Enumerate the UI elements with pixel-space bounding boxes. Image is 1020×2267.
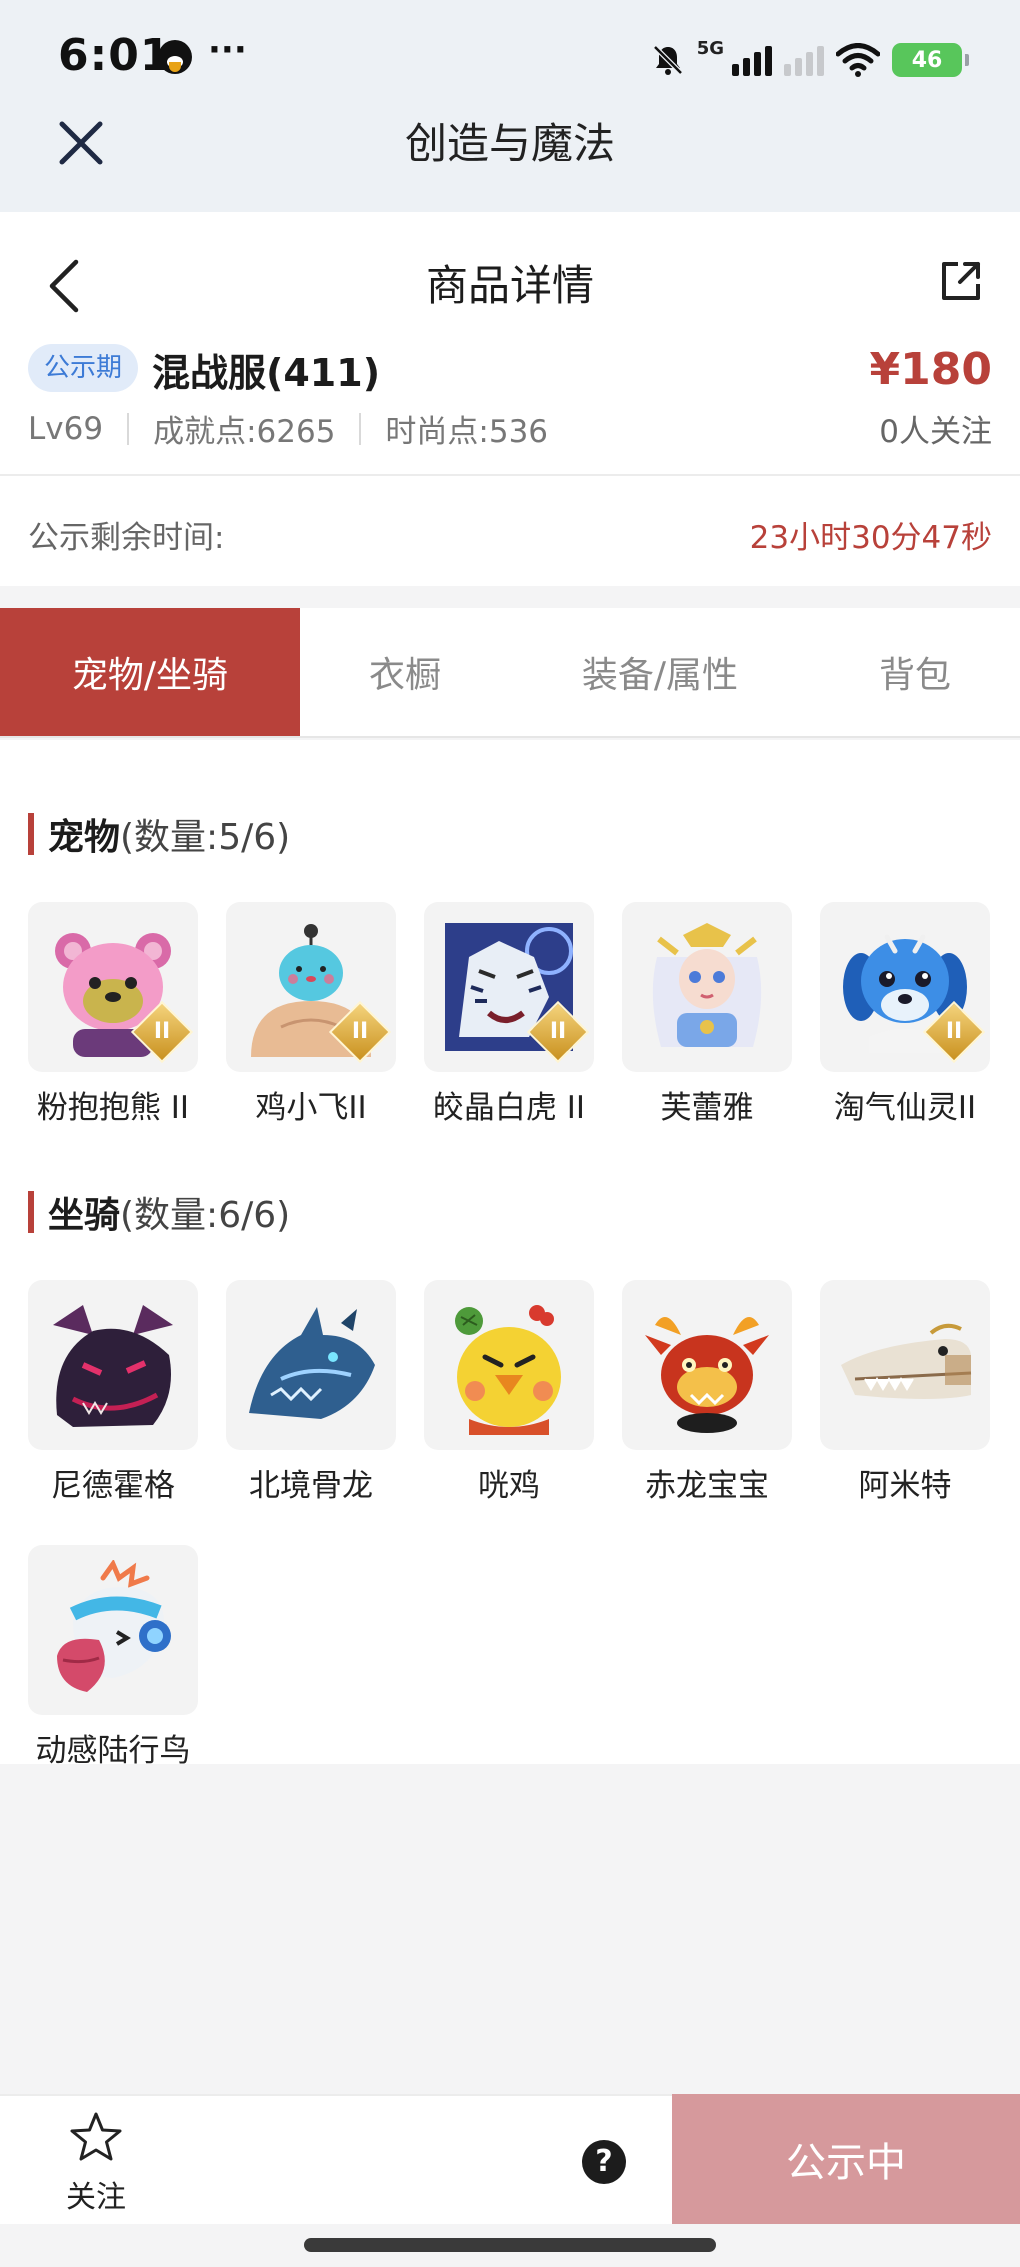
network-type: 5G [696, 37, 724, 59]
star-icon [70, 2112, 122, 2161]
pet-thumbnail: II [226, 902, 396, 1072]
app-title-bar: 创造与魔法 [0, 100, 1020, 212]
publicity-status-button[interactable]: 公示中 [672, 2094, 1020, 2224]
pet-name: 芙蕾雅 [660, 1090, 754, 1126]
divider [359, 412, 362, 445]
page-title: 商品详情 [425, 261, 594, 310]
pet-item[interactable]: II 皎晶白虎 II [424, 902, 594, 1127]
pet-name: 鸡小飞II [255, 1090, 367, 1126]
mount-name: 赤龙宝宝 [645, 1468, 769, 1504]
mounts-grid: 尼德霍格 北境骨龙 咣鸡 赤龙宝宝 阿米特 动感陆行鸟 [28, 1280, 990, 1770]
status-time: 6:01 [58, 30, 172, 81]
mount-item[interactable]: 北境骨龙 [226, 1280, 396, 1505]
crocodile-icon [841, 1323, 972, 1399]
mount-name: 尼德霍格 [51, 1468, 175, 1504]
countdown-value: 23小时30分47秒 [749, 520, 992, 556]
follower-count: 0人关注 [879, 414, 992, 450]
pet-name: 淘气仙灵II [833, 1090, 977, 1126]
pet-name: 粉抱抱熊 II [36, 1090, 190, 1126]
mount-name: 咣鸡 [478, 1468, 540, 1504]
pet-thumbnail: II [28, 902, 198, 1072]
app-title: 创造与魔法 [404, 119, 615, 168]
mount-thumbnail [226, 1280, 396, 1450]
countdown-row: 公示剩余时间: 23小时30分47秒 [0, 476, 1020, 586]
pet-item[interactable]: II 粉抱抱熊 II [28, 902, 198, 1127]
freya-fairy-icon [652, 923, 762, 1047]
pet-thumbnail: II [424, 902, 594, 1072]
headphone-bird-icon [57, 1560, 171, 1692]
pet-thumbnail [622, 902, 792, 1072]
red-dragon-icon [645, 1317, 769, 1433]
signal-strength-icon [732, 44, 772, 76]
signal-strength-secondary-icon [784, 44, 824, 76]
price: ¥180 [869, 344, 992, 395]
mount-thumbnail [820, 1280, 990, 1450]
mount-thumbnail [28, 1545, 198, 1715]
mute-bell-icon [652, 45, 683, 75]
tab-bar: 宠物/坐骑 衣橱 装备/属性 背包 [0, 608, 1020, 738]
mount-item[interactable]: 尼德霍格 [28, 1280, 198, 1505]
mount-thumbnail [28, 1280, 198, 1450]
mount-name: 动感陆行鸟 [35, 1733, 191, 1769]
mount-item[interactable]: 咣鸡 [424, 1280, 594, 1505]
pet-item[interactable]: II 淘气仙灵II [820, 902, 990, 1127]
status-indicators: 5G 46 [651, 37, 969, 82]
follow-button[interactable]: 关注 [56, 2110, 136, 2216]
battery-icon: 46 [892, 43, 969, 77]
yellow-chicken-icon [455, 1305, 561, 1435]
more-notifications-icon: ··· [208, 30, 247, 70]
mount-item[interactable]: 动感陆行鸟 [28, 1545, 198, 1770]
dark-dragon-icon [53, 1305, 173, 1427]
pets-grid: II 粉抱抱熊 II II 鸡小飞II II 皎晶白虎 II 芙蕾雅 II 淘气… [28, 902, 990, 1127]
qq-penguin-icon [158, 40, 192, 74]
tab-equipment-attributes[interactable]: 装备/属性 [510, 608, 810, 736]
mount-item[interactable]: 阿米特 [820, 1280, 990, 1505]
help-icon[interactable]: ? [582, 2140, 626, 2184]
pet-name: 皎晶白虎 II [432, 1090, 586, 1126]
product-header: 商品详情 公示期 混战服(411) ¥180 Lv69 成就点:6265 时尚点… [0, 212, 1020, 474]
achievement-points: 成就点:6265 [153, 414, 336, 450]
mounts-section-title: 坐骑 (数量:6/6) [28, 1186, 290, 1238]
status-bar: 6:01 ··· 5G 46 [0, 0, 1020, 100]
tab-backpack[interactable]: 背包 [810, 608, 1020, 736]
pets-heading: 宠物 [48, 817, 121, 858]
pet-item[interactable]: 芙蕾雅 [622, 902, 792, 1127]
pets-mounts-panel: 宠物 (数量:5/6) II 粉抱抱熊 II II 鸡小飞II II 皎晶白虎 … [0, 740, 1020, 1769]
home-indicator[interactable] [304, 2238, 716, 2252]
follow-label: 关注 [66, 2180, 126, 2215]
mounts-heading: 坐骑 [48, 1195, 121, 1236]
divider [127, 412, 130, 445]
mount-item[interactable]: 赤龙宝宝 [622, 1280, 792, 1505]
mount-thumbnail [622, 1280, 792, 1450]
countdown-label: 公示剩余时间: [28, 520, 225, 556]
tab-pets-mounts[interactable]: 宠物/坐骑 [0, 608, 300, 736]
status-badge: 公示期 [28, 344, 139, 392]
mount-thumbnail [424, 1280, 594, 1450]
pets-section-title: 宠物 (数量:5/6) [28, 808, 290, 860]
pet-thumbnail: II [820, 902, 990, 1072]
tab-wardrobe[interactable]: 衣橱 [300, 608, 510, 736]
account-stats: Lv69 成就点:6265 时尚点:536 [28, 406, 548, 451]
level: Lv69 [28, 410, 104, 447]
section-marker [28, 1191, 34, 1233]
server-name: 混战服(411) [152, 351, 381, 395]
section-marker [28, 813, 34, 855]
mounts-count: (数量:6/6) [120, 1195, 291, 1236]
wifi-icon [836, 43, 880, 77]
share-icon[interactable] [938, 258, 984, 304]
fashion-points: 时尚点:536 [385, 414, 549, 450]
pets-count: (数量:5/6) [120, 817, 291, 858]
bone-dragon-icon [249, 1307, 375, 1419]
pet-item[interactable]: II 鸡小飞II [226, 902, 396, 1127]
mount-name: 北境骨龙 [249, 1468, 373, 1504]
mount-name: 阿米特 [858, 1468, 952, 1504]
